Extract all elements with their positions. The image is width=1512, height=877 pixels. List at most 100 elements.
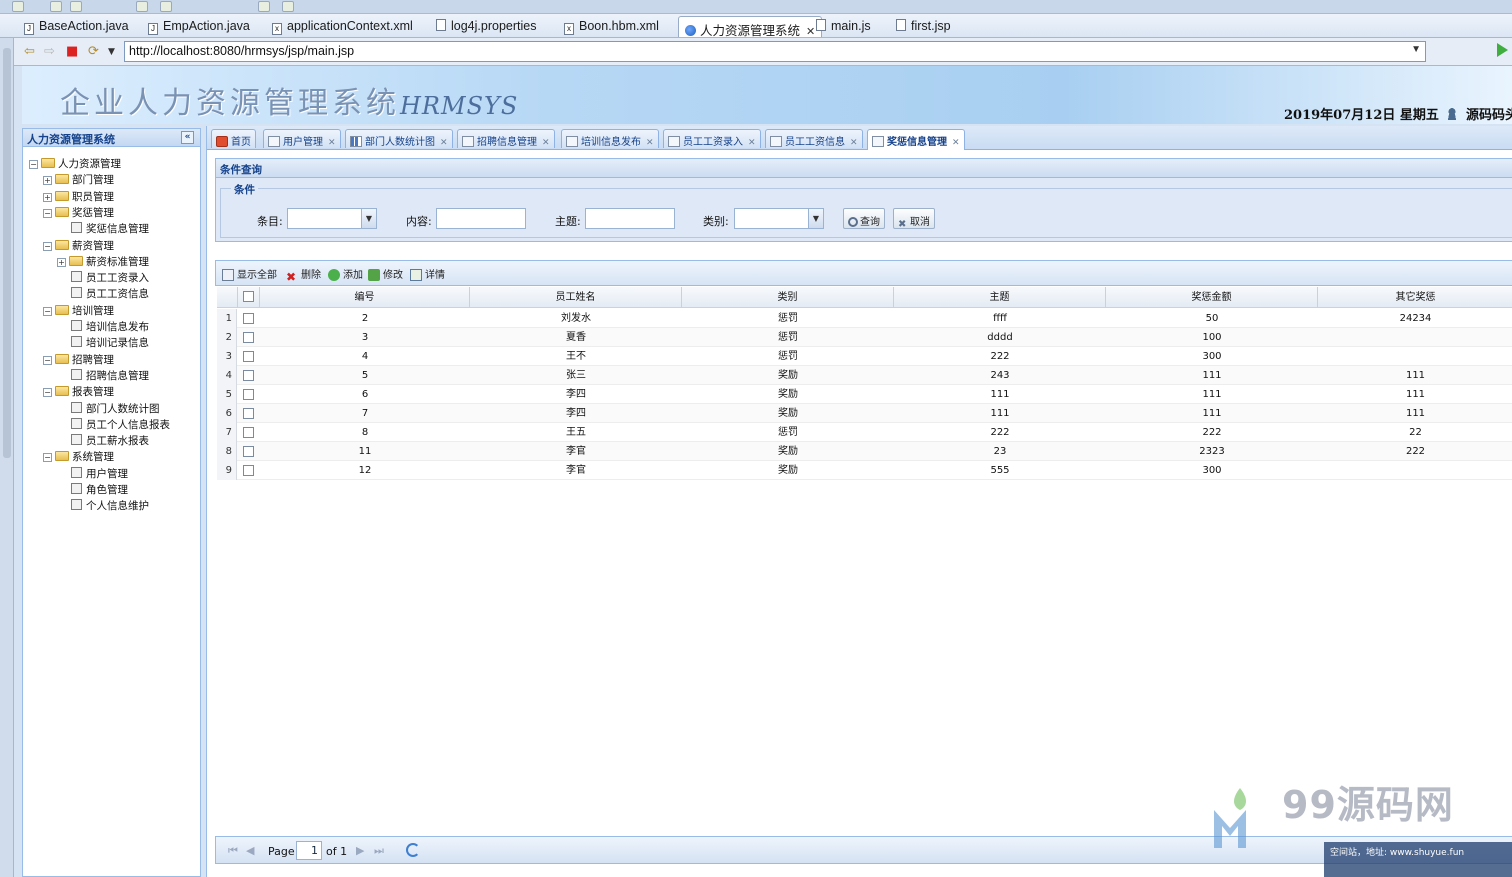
menu-item[interactable]: 角色管理 xyxy=(71,482,128,498)
subject-input[interactable] xyxy=(585,208,675,229)
toolbar-icon[interactable] xyxy=(70,1,82,12)
row-checkbox[interactable] xyxy=(243,465,254,476)
row-checkbox[interactable] xyxy=(243,351,254,362)
menu-item[interactable]: 用户管理 xyxy=(71,466,128,482)
content-input[interactable] xyxy=(436,208,526,229)
close-icon[interactable]: ✕ xyxy=(748,138,756,148)
menu-item[interactable]: + 部门管理 xyxy=(43,172,114,188)
table-row[interactable]: 2 3 夏香 惩罚 dddd 100 xyxy=(217,328,1512,347)
forward-icon[interactable]: ⇨ xyxy=(44,44,55,59)
menu-item[interactable]: 员工工资录入 xyxy=(71,270,149,286)
editor-tab-empaction[interactable]: J EmpAction.java xyxy=(142,16,256,37)
editor-tab-boon-hbm[interactable]: x Boon.hbm.xml xyxy=(558,16,665,37)
refresh-icon[interactable]: ⟳ xyxy=(88,44,99,59)
menu-item[interactable]: 招聘信息管理 xyxy=(71,368,149,384)
category-select[interactable]: ▼ xyxy=(734,208,824,229)
close-icon[interactable]: ✕ xyxy=(328,138,336,148)
menu-item[interactable]: − 招聘管理 xyxy=(43,352,114,368)
table-row[interactable]: 4 5 张三 奖励 243 111 111 xyxy=(217,366,1512,385)
menu-item[interactable]: 员工工资信息 xyxy=(71,286,149,302)
row-checkbox[interactable] xyxy=(243,370,254,381)
chevron-down-icon[interactable]: ▼ xyxy=(361,209,376,228)
menu-item[interactable]: + 薪资标准管理 xyxy=(57,254,149,270)
editor-tab-log4j[interactable]: log4j.properties xyxy=(430,16,542,37)
close-icon[interactable]: ✕ xyxy=(542,138,550,148)
column-header[interactable]: 其它奖惩 xyxy=(1318,287,1512,308)
editor-tab-mainjs[interactable]: main.js xyxy=(810,16,877,37)
select-all-checkbox[interactable] xyxy=(243,291,254,302)
tab-recruit-management[interactable]: 招聘信息管理 ✕ xyxy=(457,129,555,148)
table-row[interactable]: 8 11 李官 奖励 23 2323 222 xyxy=(217,442,1512,461)
tab-training-publish[interactable]: 培训信息发布 ✕ xyxy=(561,129,659,148)
table-row[interactable]: 7 8 王五 惩罚 222 222 22 xyxy=(217,423,1512,442)
column-header[interactable]: 奖惩金额 xyxy=(1106,287,1318,308)
close-icon[interactable]: ✕ xyxy=(952,138,960,148)
column-header[interactable]: 类别 xyxy=(682,287,894,308)
editor-tab-hrmsys-browser[interactable]: 人力资源管理系统 ✕ xyxy=(678,16,823,38)
close-icon[interactable]: ✕ xyxy=(646,138,654,148)
row-checkbox[interactable] xyxy=(243,408,254,419)
editor-tab-baseaction[interactable]: J BaseAction.java xyxy=(18,16,135,37)
tab-reward-management[interactable]: 奖惩信息管理 ✕ xyxy=(867,129,965,150)
edit-button[interactable]: 修改 xyxy=(368,266,403,281)
tab-salary-info[interactable]: 员工工资信息 ✕ xyxy=(765,129,863,148)
menu-item[interactable]: 奖惩信息管理 xyxy=(71,221,149,237)
url-input[interactable]: http://localhost:8080/hrmsys/jsp/main.js… xyxy=(124,41,1426,62)
delete-button[interactable]: ✖ 删除 xyxy=(286,266,321,283)
chevron-down-icon[interactable]: ▼ xyxy=(1411,44,1421,55)
editor-tab-applicationcontext[interactable]: x applicationContext.xml xyxy=(266,16,419,37)
go-icon[interactable] xyxy=(1497,43,1508,57)
toolbar-icon[interactable] xyxy=(136,1,148,12)
back-icon[interactable]: ⇦ xyxy=(24,44,35,59)
expand-icon[interactable]: + xyxy=(43,192,52,202)
close-icon[interactable]: ✕ xyxy=(850,138,858,148)
row-checkbox[interactable] xyxy=(243,446,254,457)
menu-item[interactable]: 员工薪水报表 xyxy=(71,433,149,449)
chevron-down-icon[interactable]: ▼ xyxy=(808,209,823,228)
add-button[interactable]: 添加 xyxy=(328,266,363,281)
collapse-icon[interactable]: − xyxy=(43,355,52,365)
tab-salary-input[interactable]: 员工工资录入 ✕ xyxy=(663,129,761,148)
menu-item[interactable]: − 薪资管理 xyxy=(43,238,114,254)
row-checkbox[interactable] xyxy=(243,389,254,400)
close-icon[interactable]: ✕ xyxy=(440,138,448,148)
row-checkbox[interactable] xyxy=(243,427,254,438)
column-header[interactable]: 员工姓名 xyxy=(470,287,682,308)
menu-item[interactable]: + 职员管理 xyxy=(43,189,114,205)
editor-tab-firstjsp[interactable]: first.jsp xyxy=(890,16,957,37)
tab-home[interactable]: 首页 xyxy=(211,129,256,148)
tab-dept-chart[interactable]: 部门人数统计图 ✕ xyxy=(345,129,453,148)
cancel-button[interactable]: ✖ 取消 xyxy=(893,208,935,230)
toolbar-icon[interactable] xyxy=(282,1,294,12)
toolbar-icon[interactable] xyxy=(50,1,62,12)
page-number-input[interactable]: 1 xyxy=(296,841,322,860)
table-row[interactable]: 6 7 李四 奖励 111 111 111 xyxy=(217,404,1512,423)
first-page-icon[interactable]: ⏮ xyxy=(228,844,238,858)
menu-item[interactable]: 个人信息维护 xyxy=(71,498,149,514)
menu-item[interactable]: − 系统管理 xyxy=(43,449,114,465)
menu-item[interactable]: − 培训管理 xyxy=(43,303,114,319)
table-row[interactable]: 5 6 李四 奖励 111 111 111 xyxy=(217,385,1512,404)
menu-item[interactable]: 部门人数统计图 xyxy=(71,401,160,417)
refresh-icon[interactable] xyxy=(406,843,420,857)
menu-item[interactable]: 员工个人信息报表 xyxy=(71,417,170,433)
menu-item[interactable]: − 人力资源管理 xyxy=(29,156,121,172)
chevron-down-icon[interactable]: ▼ xyxy=(108,47,115,57)
table-row[interactable]: 3 4 王不 惩罚 222 300 xyxy=(217,347,1512,366)
menu-item[interactable]: − 报表管理 xyxy=(43,384,114,400)
expand-icon[interactable]: + xyxy=(43,176,52,186)
row-checkbox[interactable] xyxy=(243,313,254,324)
last-page-icon[interactable]: ⏭ xyxy=(374,844,384,858)
menu-item[interactable]: 培训记录信息 xyxy=(71,335,149,351)
collapse-icon[interactable]: − xyxy=(43,388,52,398)
collapse-icon[interactable]: − xyxy=(29,160,38,169)
collapse-icon[interactable]: − xyxy=(43,453,52,463)
show-all-button[interactable]: 显示全部 xyxy=(222,266,277,281)
query-button[interactable]: 查询 xyxy=(843,208,885,229)
expand-icon[interactable]: + xyxy=(57,257,66,267)
collapse-icon[interactable]: − xyxy=(43,306,52,316)
menu-item[interactable]: − 奖惩管理 xyxy=(43,205,114,221)
prev-page-icon[interactable]: ◀ xyxy=(246,844,254,857)
detail-button[interactable]: 详情 xyxy=(410,266,445,281)
column-header[interactable]: 主题 xyxy=(894,287,1106,308)
